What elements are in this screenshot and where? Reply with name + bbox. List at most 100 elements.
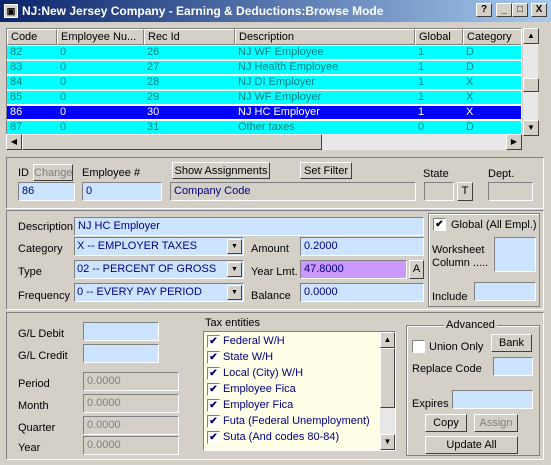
tax-entity-label: Employer Fica: [223, 399, 294, 411]
cell-category: X: [466, 76, 474, 88]
close-button[interactable]: X: [531, 3, 547, 17]
column-header-global[interactable]: Global: [415, 29, 463, 45]
column-header-description[interactable]: Description: [235, 29, 415, 45]
expires-field[interactable]: [452, 390, 533, 409]
description-field[interactable]: NJ HC Employer: [74, 217, 424, 236]
employee-field[interactable]: 0: [82, 182, 162, 201]
scroll-down-icon[interactable]: ▼: [380, 434, 395, 450]
category-select[interactable]: X -- EMPLOYER TAXES ▼: [74, 237, 244, 256]
table-row[interactable]: 84 0 28 NJ DI Employer 1 X: [7, 76, 521, 89]
id-label: ID: [18, 167, 29, 179]
tax-entity-checkbox[interactable]: ✔: [207, 335, 220, 348]
grid-vertical-scrollbar[interactable]: ▲ ▼: [522, 28, 539, 136]
cell-employee-number: 0: [60, 61, 67, 73]
gl-debit-field[interactable]: [83, 322, 159, 341]
grid-horizontal-scrollbar[interactable]: ◀ ▶: [6, 134, 522, 150]
include-label: Include: [432, 291, 468, 303]
worksheet-column-label: Column .....: [432, 257, 489, 269]
column-header-category[interactable]: Category: [463, 29, 521, 45]
employee-label: Employee #: [82, 167, 141, 179]
column-header-code[interactable]: Code: [7, 29, 57, 45]
a-button[interactable]: A: [409, 260, 424, 279]
include-field[interactable]: [474, 282, 536, 301]
scroll-left-icon[interactable]: ◀: [6, 134, 22, 150]
union-only-checkbox[interactable]: [412, 340, 425, 353]
quarter-field: 0.0000: [83, 416, 179, 435]
table-row[interactable]: 83 0 27 NJ Health Employee 1 D: [7, 61, 521, 74]
scroll-thumb[interactable]: [523, 78, 539, 92]
assign-button[interactable]: Assign: [474, 414, 518, 432]
advanced-label: Advanced: [444, 319, 497, 331]
balance-field[interactable]: 0.0000: [300, 283, 424, 302]
column-header-employee-number[interactable]: Employee Nu...: [57, 29, 144, 45]
maximize-button[interactable]: □: [512, 3, 528, 17]
tax-entity-checkbox[interactable]: ✔: [207, 431, 220, 444]
app-icon: ▣: [4, 4, 18, 18]
update-all-button[interactable]: Update All: [425, 436, 518, 454]
change-button[interactable]: Change: [33, 164, 73, 181]
chevron-down-icon[interactable]: ▼: [227, 239, 242, 254]
show-assignments-button[interactable]: Show Assignments: [172, 162, 270, 179]
balance-label: Balance: [251, 290, 291, 302]
gl-debit-label: G/L Debit: [18, 328, 65, 340]
cell-code: 85: [10, 91, 23, 103]
table-row[interactable]: 82 0 26 NJ WF Employee 1 D: [7, 46, 521, 59]
type-select[interactable]: 02 -- PERCENT OF GROSS ▼: [74, 260, 244, 279]
scroll-up-icon[interactable]: ▲: [380, 332, 395, 348]
cell-global: 1: [418, 76, 425, 88]
scroll-up-icon[interactable]: ▲: [523, 28, 539, 44]
cell-global: 0: [418, 121, 425, 133]
tax-scroll-thumb[interactable]: [380, 348, 395, 408]
set-filter-button[interactable]: Set Filter: [300, 162, 352, 179]
cell-code: 83: [10, 61, 23, 73]
dept-field[interactable]: [488, 182, 533, 201]
tax-entities-list[interactable]: ✔ Federal W/H ✔ State W/H ✔ Local (City) W/H ✔…: [203, 331, 396, 451]
gl-credit-field[interactable]: [83, 344, 159, 363]
tax-entity-label: Employee Fica: [223, 383, 296, 395]
table-row[interactable]: 85 0 29 NJ WF Employer 1 X: [7, 91, 521, 104]
replace-code-field[interactable]: [493, 357, 533, 376]
chevron-down-icon[interactable]: ▼: [227, 285, 242, 300]
tax-entity-checkbox[interactable]: ✔: [207, 399, 220, 412]
global-label: Global (All Empl.): [451, 219, 537, 231]
tax-entity-checkbox[interactable]: ✔: [207, 383, 220, 396]
global-checkbox[interactable]: ✔: [433, 218, 446, 231]
cell-category: D: [466, 46, 474, 58]
cell-rec-id: 27: [147, 61, 160, 73]
cell-code: 86: [10, 106, 23, 118]
frequency-select[interactable]: 0 -- EVERY PAY PERIOD ▼: [74, 283, 244, 302]
worksheet-column-field[interactable]: [494, 237, 536, 272]
cell-category: X: [466, 106, 474, 118]
tax-entity-checkbox[interactable]: ✔: [207, 415, 220, 428]
table-row-selected[interactable]: 86 0 30 NJ HC Employer 1 X: [7, 106, 521, 119]
table-row[interactable]: 87 0 31 Other taxes 0 D: [7, 121, 521, 134]
cell-description: NJ HC Employer: [238, 106, 320, 118]
gl-credit-label: G/L Credit: [18, 350, 68, 362]
cell-description: NJ DI Employer: [238, 76, 316, 88]
hscroll-thumb[interactable]: [22, 134, 322, 150]
copy-button[interactable]: Copy: [425, 414, 467, 432]
tax-entity-label: Federal W/H: [223, 335, 285, 347]
year-lmt-field[interactable]: 47.8000: [300, 260, 407, 279]
union-only-label: Union Only: [429, 341, 484, 353]
tax-entity-label: Local (City) W/H: [223, 367, 304, 379]
replace-code-label: Replace Code: [412, 363, 482, 375]
tax-entity-checkbox[interactable]: ✔: [207, 351, 220, 364]
minimize-button[interactable]: _: [496, 3, 512, 17]
id-field[interactable]: 86: [18, 182, 75, 201]
type-label: Type: [18, 266, 42, 278]
year-field: 0.0000: [83, 436, 179, 455]
tax-entity-checkbox[interactable]: ✔: [207, 367, 220, 380]
bank-button[interactable]: Bank: [491, 334, 532, 352]
column-header-rec-id[interactable]: Rec Id: [144, 29, 235, 45]
amount-label: Amount: [251, 243, 289, 255]
state-field[interactable]: [424, 182, 454, 201]
scroll-right-icon[interactable]: ▶: [506, 134, 522, 150]
tax-list-scrollbar[interactable]: ▲ ▼: [380, 332, 395, 450]
chevron-down-icon[interactable]: ▼: [227, 262, 242, 277]
scroll-down-icon[interactable]: ▼: [523, 120, 539, 136]
state-lookup-button[interactable]: T: [457, 182, 473, 201]
amount-field[interactable]: 0.2000: [300, 237, 424, 256]
help-button[interactable]: ?: [476, 3, 492, 17]
records-grid[interactable]: Code Employee Nu... Rec Id Description Globa…: [6, 28, 522, 150]
